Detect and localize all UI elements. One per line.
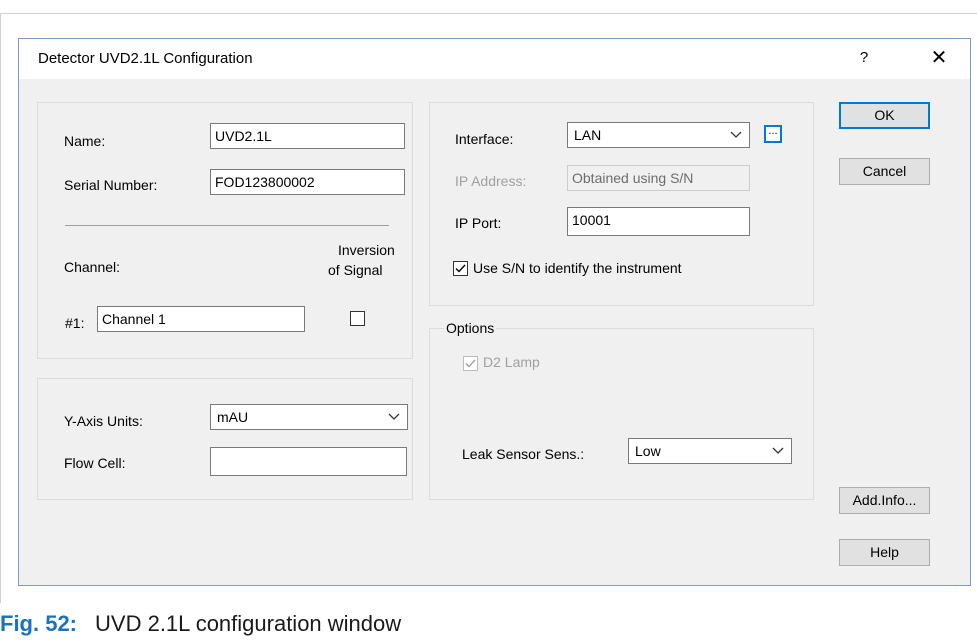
ok-button[interactable]: OK (839, 102, 930, 129)
name-label: Name: (64, 133, 106, 149)
dialog-window: Detector UVD2.1L Configuration ? ✕ Name:… (18, 38, 971, 586)
d2-lamp-checkbox (463, 356, 478, 371)
flow-cell-field[interactable] (210, 447, 407, 476)
inversion-label-line2: of Signal (328, 262, 383, 278)
dialog-title: Detector UVD2.1L Configuration (38, 50, 253, 67)
checkmark-icon (465, 359, 476, 368)
chevron-down-icon (772, 447, 784, 454)
leak-sensor-select[interactable]: Low (628, 438, 792, 464)
help-question-icon[interactable]: ? (853, 45, 875, 71)
browse-dots-button[interactable]: ... (764, 125, 782, 143)
ip-address-label: IP Address: (455, 173, 527, 189)
cancel-button[interactable]: Cancel (839, 158, 930, 185)
serial-number-label: Serial Number: (64, 177, 158, 193)
serial-number-field[interactable]: FOD123800002 (210, 169, 405, 195)
options-group: Options D2 Lamp Leak Sensor Sens.: Low (429, 320, 814, 500)
interface-label: Interface: (455, 131, 514, 147)
name-field[interactable]: UVD2.1L (210, 123, 405, 149)
use-sn-checkbox[interactable] (453, 261, 468, 276)
channel-group: Name: UVD2.1L Serial Number: FOD12380000… (37, 102, 413, 359)
channel-label: Channel: (64, 259, 121, 275)
help-button[interactable]: Help (839, 539, 930, 566)
ip-port-label: IP Port: (455, 215, 502, 231)
add-info-button[interactable]: Add.Info... (839, 487, 930, 514)
leak-sensor-value: Low (635, 443, 661, 459)
ip-port-field[interactable]: 10001 (567, 207, 750, 236)
separator (65, 225, 389, 226)
leak-sensor-label: Leak Sensor Sens.: (462, 446, 585, 462)
options-group-label: Options (444, 320, 497, 336)
figure-caption: Fig. 52: UVD 2.1L configuration window (0, 611, 401, 637)
figure-number: Fig. 52: (0, 611, 78, 636)
channel-name-field[interactable]: Channel 1 (97, 306, 305, 332)
chevron-down-icon (730, 131, 742, 138)
title-bar: Detector UVD2.1L Configuration ? ✕ (19, 39, 970, 79)
channel-number-label: #1: (65, 315, 85, 331)
interface-value: LAN (574, 127, 602, 143)
units-group: Y-Axis Units: mAU Flow Cell: (37, 378, 413, 500)
page-frame-top (0, 13, 977, 14)
interface-select[interactable]: LAN (567, 122, 750, 148)
close-icon[interactable]: ✕ (926, 45, 952, 71)
flow-cell-label: Flow Cell: (64, 455, 126, 471)
y-axis-units-select[interactable]: mAU (210, 404, 408, 430)
interface-group: Interface: LAN ... IP Address: Obtained … (429, 102, 814, 306)
use-sn-label[interactable]: Use S/N to identify the instrument (473, 260, 682, 276)
inversion-checkbox[interactable] (350, 311, 365, 326)
page-frame-left (0, 13, 1, 603)
figure-caption-text: UVD 2.1L configuration window (95, 611, 402, 636)
d2-lamp-label: D2 Lamp (483, 354, 540, 370)
y-axis-units-value: mAU (217, 409, 249, 425)
checkmark-icon (455, 264, 466, 273)
inversion-label-line1: Inversion (338, 242, 395, 258)
chevron-down-icon (388, 413, 400, 420)
y-axis-units-label: Y-Axis Units: (64, 413, 143, 429)
ip-address-field: Obtained using S/N (567, 165, 750, 191)
